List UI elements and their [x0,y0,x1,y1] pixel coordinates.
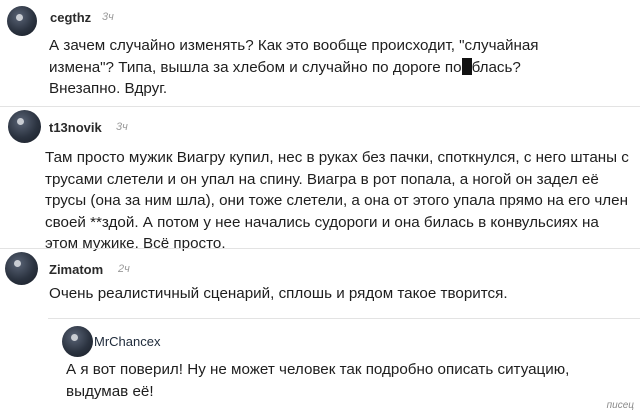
timestamp: 3ч [116,121,128,133]
censor-mark [461,57,472,75]
avatar[interactable] [8,110,41,143]
reply-container: MrChancex А я вот поверил! Ну не может ч… [48,318,640,414]
avatar[interactable] [5,252,38,285]
watermark: писец [606,400,634,411]
comment-text: А я вот поверил! Ну не может человек так… [66,361,570,400]
timestamp: 2ч [118,263,130,275]
divider [0,106,640,107]
username[interactable]: t13novik [49,120,102,135]
divider [0,248,640,249]
comment-text: Там просто мужик Виагру купил, нес в рук… [45,149,629,252]
username[interactable]: MrChancex [94,334,160,349]
username[interactable]: Zimatom [49,262,103,277]
avatar[interactable] [7,6,37,36]
comment-text: Очень реалистичный сценарий, сплошь и ря… [49,285,508,302]
timestamp: 3ч [102,11,114,23]
username[interactable]: cegthz [50,10,91,25]
divider [48,318,640,319]
comment-text: А зачем случайно изменять? Как это вообщ… [49,35,584,100]
avatar[interactable] [62,326,93,357]
